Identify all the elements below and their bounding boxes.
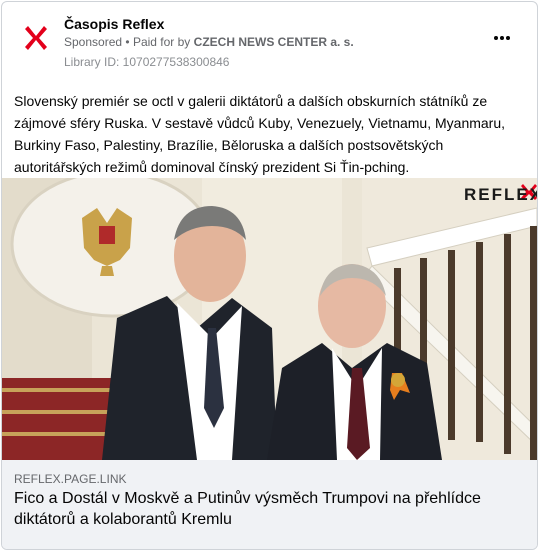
more-dots-icon [494,36,498,40]
ad-post-card: Časopis Reflex Sponsored • Paid for by C… [1,1,538,550]
more-options-button[interactable] [492,28,520,48]
paid-for-name: CZECH NEWS CENTER a. s. [193,35,354,49]
link-headline[interactable]: Fico a Dostál v Moskvě a Putinův výsměch… [14,488,519,530]
post-image[interactable]: REFLEX [2,178,537,460]
post-header: Časopis Reflex Sponsored • Paid for by C… [2,2,537,78]
sponsored-line: Sponsored • Paid for by CZECH NEWS CENTE… [64,35,354,49]
post-body-text: Slovenský premiér se octl v galerii dikt… [14,93,506,175]
more-dot [506,36,510,40]
photo-illustration: REFLEX [2,178,537,460]
page-name[interactable]: Časopis Reflex [64,16,164,32]
paid-for-prefix: Paid for by [132,35,191,49]
page-avatar[interactable] [16,18,56,58]
sponsored-label[interactable]: Sponsored [64,35,122,49]
link-preview[interactable]: REFLEX.PAGE.LINK Fico a Dostál v Moskvě … [2,460,537,549]
watermark-text: REFLEX [464,185,537,204]
more-dot [500,36,504,40]
library-id: Library ID: 1070277538300846 [64,55,230,69]
reflex-logo-icon [25,26,47,50]
separator: • [125,35,130,49]
link-domain: REFLEX.PAGE.LINK [14,472,127,486]
